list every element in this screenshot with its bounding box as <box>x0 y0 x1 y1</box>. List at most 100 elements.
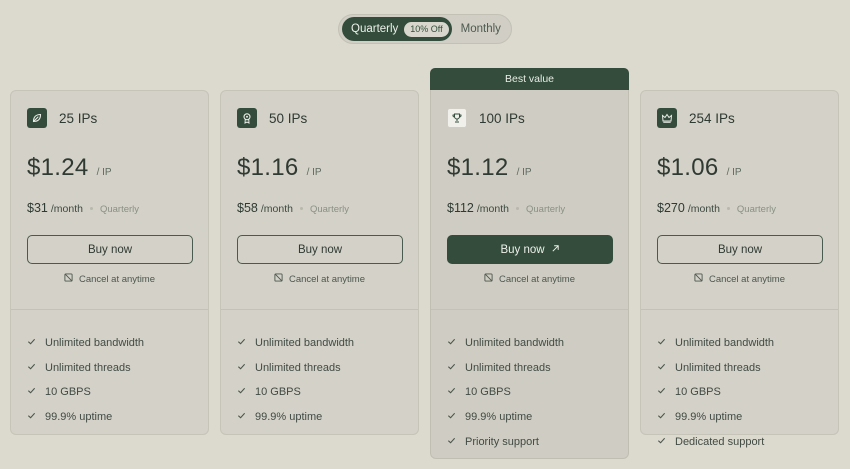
feature-label: 10 GBPS <box>45 386 91 399</box>
cancel-icon <box>694 273 703 285</box>
feature-list: Unlimited bandwidth Unlimited threads 10… <box>27 331 144 429</box>
plan-card-25: 25 IPs $1.24 / IP $31 /month Quarterly B… <box>10 90 209 435</box>
cancel-icon <box>484 273 493 285</box>
check-icon <box>27 411 36 423</box>
billing-term: Quarterly <box>99 204 140 215</box>
feature-label: 99.9% uptime <box>675 411 743 424</box>
feature-label: 99.9% uptime <box>465 411 533 424</box>
plan-card-50: 50 IPs $1.16 / IP $58 /month Quarterly B… <box>220 90 419 435</box>
cancel-label: Cancel at anytime <box>78 273 156 285</box>
feature-label: 10 GBPS <box>255 386 301 399</box>
monthly-option[interactable]: Monthly <box>452 23 501 35</box>
check-icon <box>657 362 666 374</box>
separator-dot <box>299 207 303 210</box>
feature-label: Unlimited threads <box>675 361 761 374</box>
leaf-icon <box>27 108 47 128</box>
check-icon <box>657 337 666 349</box>
feature-item: 99.9% uptime <box>27 405 144 430</box>
quarterly-option[interactable]: Quarterly 10% Off <box>342 17 452 41</box>
buy-now-label: Buy now <box>297 243 343 256</box>
feature-label: 99.9% uptime <box>255 411 323 424</box>
check-icon <box>27 362 36 374</box>
price-per-ip: $1.06 <box>657 154 719 181</box>
feature-label: 99.9% uptime <box>45 411 113 424</box>
cancel-icon <box>274 273 283 285</box>
plan-name: 254 IPs <box>689 110 735 126</box>
cancel-note: Cancel at anytime <box>447 273 612 285</box>
feature-item: 10 GBPS <box>447 380 564 405</box>
price-per-ip: $1.24 <box>27 154 89 181</box>
check-icon <box>447 337 456 349</box>
price-per-ip: $1.12 <box>447 154 509 181</box>
separator-dot <box>89 207 93 210</box>
cancel-note: Cancel at anytime <box>27 273 192 285</box>
feature-item: Unlimited threads <box>657 356 774 381</box>
cancel-label: Cancel at anytime <box>498 273 576 285</box>
separator-dot <box>516 207 519 210</box>
price-unit: / IP <box>96 167 112 178</box>
feature-label: Unlimited threads <box>255 361 341 374</box>
buy-now-button[interactable]: Buy now <box>447 235 613 264</box>
check-icon <box>27 337 36 349</box>
separator-dot <box>726 207 730 210</box>
feature-item: 99.9% uptime <box>447 405 564 430</box>
crown-icon <box>657 108 677 128</box>
plan-card-100: Best value 100 IPs $1.12 / IP $112 /mont… <box>430 68 629 459</box>
feature-list: Unlimited bandwidth Unlimited threads 10… <box>657 331 774 454</box>
check-icon <box>657 386 666 398</box>
feature-label: 10 GBPS <box>465 386 511 399</box>
price-unit: / IP <box>726 167 742 178</box>
check-icon <box>27 386 36 398</box>
check-icon <box>657 411 666 423</box>
feature-item: Dedicated support <box>657 429 774 454</box>
feature-item: 10 GBPS <box>237 380 354 405</box>
price-unit: / IP <box>306 167 322 178</box>
price-unit: / IP <box>516 167 532 178</box>
feature-item: Unlimited bandwidth <box>657 331 774 356</box>
feature-label: Unlimited bandwidth <box>255 337 355 350</box>
card-divider <box>221 309 418 310</box>
feature-label: Unlimited threads <box>465 361 551 374</box>
monthly-unit: /month <box>687 203 720 215</box>
check-icon <box>447 436 456 448</box>
feature-item: Unlimited bandwidth <box>237 331 354 356</box>
trophy-icon <box>447 108 467 128</box>
monthly-unit: /month <box>476 203 509 215</box>
buy-now-button[interactable]: Buy now <box>657 235 823 264</box>
check-icon <box>237 386 246 398</box>
buy-now-button[interactable]: Buy now <box>27 235 193 264</box>
feature-item: 99.9% uptime <box>237 405 354 430</box>
plan-name: 50 IPs <box>269 110 308 126</box>
price-per-ip: $1.16 <box>237 154 299 181</box>
check-icon <box>237 411 246 423</box>
quarterly-label: Quarterly <box>351 23 399 35</box>
feature-label: Unlimited threads <box>45 361 131 374</box>
discount-badge: 10% Off <box>404 21 449 37</box>
feature-label: Unlimited bandwidth <box>465 337 565 350</box>
cancel-label: Cancel at anytime <box>288 273 366 285</box>
feature-list: Unlimited bandwidth Unlimited threads 10… <box>447 331 564 454</box>
feature-item: 99.9% uptime <box>657 405 774 430</box>
feature-label: Unlimited bandwidth <box>675 337 775 350</box>
buy-now-label: Buy now <box>500 243 545 256</box>
feature-list: Unlimited bandwidth Unlimited threads 10… <box>237 331 354 429</box>
feature-item: Unlimited threads <box>27 356 144 381</box>
billing-toggle[interactable]: Quarterly 10% Off Monthly <box>338 14 512 44</box>
feature-item: Priority support <box>447 429 564 454</box>
award-icon <box>237 108 257 128</box>
best-value-banner: Best value <box>430 68 629 90</box>
cancel-label: Cancel at anytime <box>708 273 786 285</box>
card-divider <box>641 309 838 310</box>
monthly-total: $270 <box>657 201 685 215</box>
feature-item: Unlimited threads <box>237 356 354 381</box>
feature-item: 10 GBPS <box>657 380 774 405</box>
buy-now-button[interactable]: Buy now <box>237 235 403 264</box>
buy-now-label: Buy now <box>717 243 763 256</box>
check-icon <box>447 362 456 374</box>
cancel-note: Cancel at anytime <box>237 273 402 285</box>
cancel-note: Cancel at anytime <box>657 273 822 285</box>
check-icon <box>447 386 456 398</box>
cancel-icon <box>64 273 73 285</box>
feature-label: Priority support <box>465 435 539 448</box>
buy-now-label: Buy now <box>87 243 133 256</box>
